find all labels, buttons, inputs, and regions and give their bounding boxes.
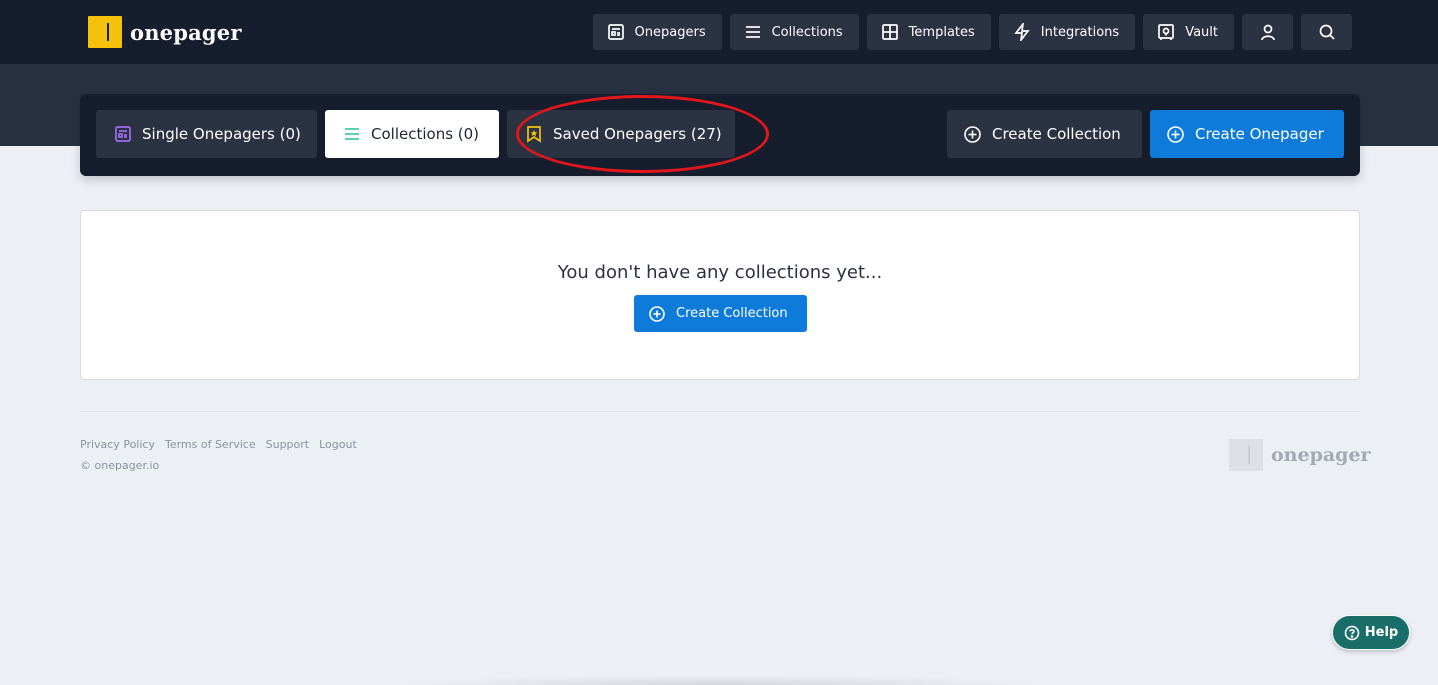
- logo-mark-icon: [1229, 439, 1263, 471]
- tab-label: Saved Onepagers (27): [553, 125, 722, 143]
- empty-state-title: You don't have any collections yet...: [557, 262, 883, 283]
- footer-divider: [80, 411, 1360, 412]
- nav-onepagers-button[interactable]: Onepagers: [592, 14, 722, 50]
- star-bookmark-icon: [527, 126, 541, 143]
- lightning-icon: [1014, 23, 1030, 41]
- brand-logo[interactable]: onepager: [88, 16, 242, 48]
- search-button[interactable]: [1301, 14, 1352, 50]
- main-nav: Onepagers Collections Templates Integrat…: [592, 14, 1352, 50]
- footer-logo-text: onepager: [1271, 444, 1371, 466]
- nav-label: Templates: [908, 24, 975, 40]
- create-onepager-button[interactable]: Create Onepager: [1150, 110, 1344, 158]
- onepager-icon: [115, 126, 131, 142]
- nav-vault-button[interactable]: Vault: [1143, 14, 1234, 50]
- footer-links: Privacy Policy Terms of Service Support …: [80, 438, 357, 451]
- bottom-shadow: [400, 675, 1040, 685]
- user-icon: [1260, 24, 1275, 41]
- nav-collections-button[interactable]: Collections: [729, 14, 859, 50]
- tabs-panel: Single Onepagers (0) Collections (0) Sav…: [80, 94, 1360, 176]
- help-button[interactable]: Help: [1332, 615, 1410, 650]
- nav-label: Collections: [771, 24, 843, 40]
- list-icon: [745, 26, 760, 38]
- logo-mark-icon: [88, 16, 122, 48]
- tab-saved-onepagers[interactable]: Saved Onepagers (27): [507, 110, 735, 158]
- user-account-button[interactable]: [1242, 14, 1293, 50]
- button-label: Create Collection: [992, 125, 1121, 143]
- button-label: Create Onepager: [1195, 125, 1324, 143]
- question-circle-icon: [1344, 625, 1360, 640]
- vault-icon: [1158, 24, 1175, 40]
- grid-icon: [881, 24, 898, 40]
- nav-label: Vault: [1185, 24, 1218, 40]
- tab-label: Single Onepagers (0): [142, 125, 301, 143]
- nav-templates-button[interactable]: Templates: [866, 14, 991, 50]
- plus-circle-icon: [964, 125, 981, 143]
- list-icon: [345, 128, 359, 140]
- footer-link-privacy[interactable]: Privacy Policy: [80, 438, 155, 451]
- footer-copyright: © onepager.io: [80, 459, 160, 472]
- search-icon: [1319, 24, 1335, 40]
- help-label: Help: [1364, 625, 1399, 640]
- footer-link-support[interactable]: Support: [266, 438, 309, 451]
- footer-logo: onepager: [1229, 439, 1371, 471]
- tab-collections[interactable]: Collections (0): [325, 110, 499, 158]
- empty-state-card: You don't have any collections yet... Cr…: [80, 210, 1360, 380]
- plus-circle-icon: [1167, 125, 1184, 143]
- logo-text: onepager: [130, 19, 242, 45]
- tab-label: Collections (0): [371, 125, 480, 143]
- tab-single-onepagers[interactable]: Single Onepagers (0): [96, 110, 317, 158]
- nav-label: Integrations: [1040, 24, 1120, 40]
- plus-circle-icon: [649, 305, 665, 322]
- nav-label: Onepagers: [634, 24, 706, 40]
- empty-create-collection-button[interactable]: Create Collection: [634, 295, 807, 332]
- onepager-icon: [607, 24, 624, 40]
- nav-integrations-button[interactable]: Integrations: [998, 14, 1136, 50]
- footer-link-terms[interactable]: Terms of Service: [165, 438, 256, 451]
- create-collection-button[interactable]: Create Collection: [947, 110, 1142, 158]
- top-navbar: onepager Onepagers Collections Templates…: [0, 0, 1438, 64]
- button-label: Create Collection: [676, 306, 788, 321]
- footer-link-logout[interactable]: Logout: [319, 438, 357, 451]
